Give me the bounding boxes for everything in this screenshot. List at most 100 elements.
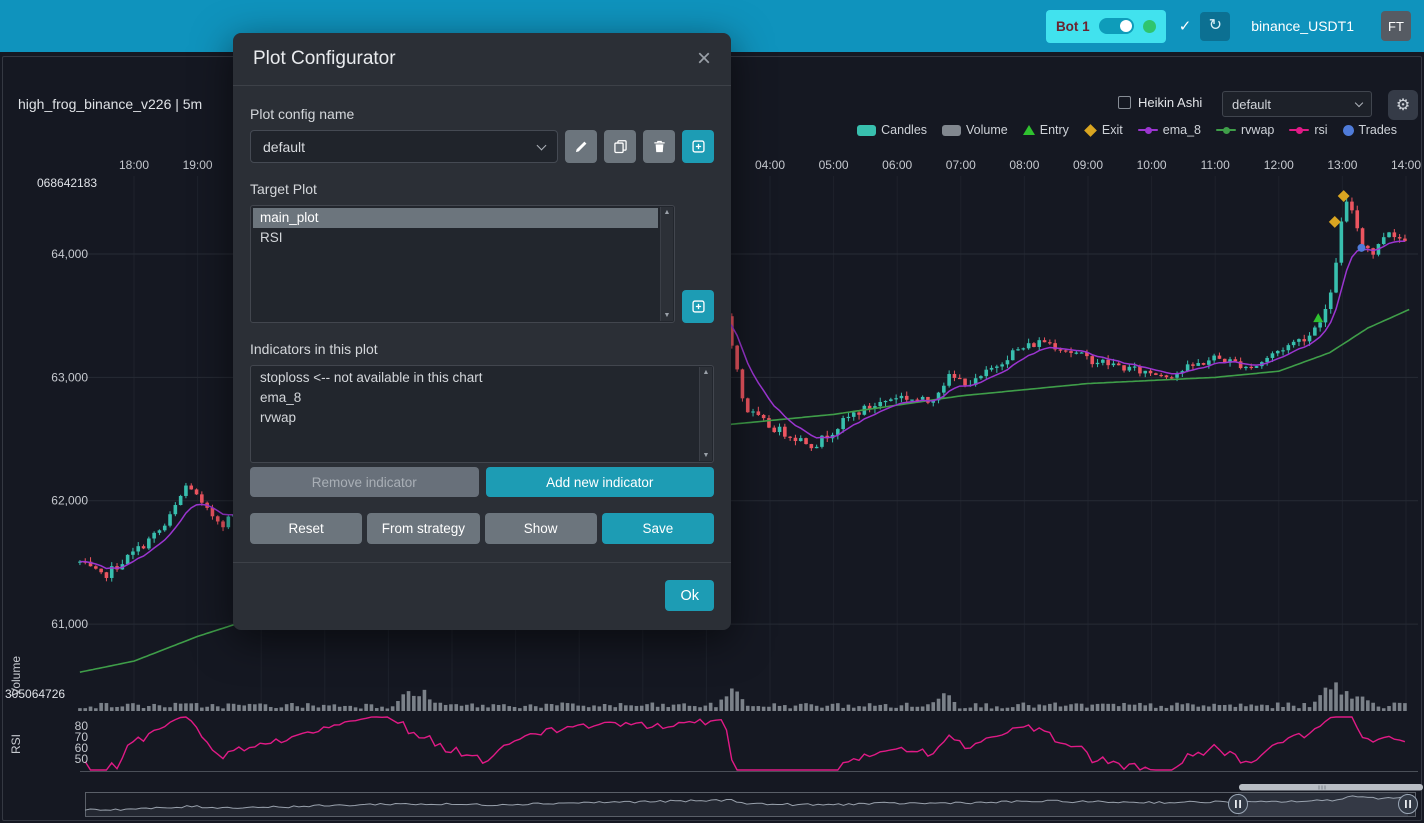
toggle-knob — [1120, 20, 1132, 32]
svg-text:08:00: 08:00 — [1009, 158, 1039, 172]
config-actions-row: Reset From strategy Show Save — [250, 513, 714, 544]
list-item[interactable]: stoploss <-- not available in this chart — [253, 368, 697, 388]
plot-config-name-label: Plot config name — [250, 106, 714, 122]
legend-label: Volume — [966, 123, 1008, 137]
line-marker-dot — [1296, 127, 1303, 134]
svg-text:13:00: 13:00 — [1327, 158, 1357, 172]
svg-text:63,000: 63,000 — [51, 370, 88, 384]
plus-box-icon — [691, 139, 706, 154]
line-marker-dot — [1145, 127, 1152, 134]
account-label: binance_USDT1 — [1251, 18, 1354, 34]
indicators-items: stoploss <-- not available in this chart… — [253, 368, 697, 428]
ft-logo-button[interactable]: FT — [1381, 11, 1411, 41]
target-plot-list[interactable]: main_plotRSI ▲ ▼ — [250, 205, 675, 323]
edit-config-button[interactable] — [565, 130, 597, 163]
duplicate-config-button[interactable] — [604, 130, 636, 163]
svg-text:068642183: 068642183 — [37, 176, 97, 190]
close-icon[interactable]: × — [697, 47, 711, 71]
legend-label: Trades — [1359, 123, 1397, 137]
chevron-down-icon — [1355, 98, 1363, 106]
heikin-ashi-control: Heikin Ashi — [1118, 95, 1202, 110]
svg-text:14:00: 14:00 — [1391, 158, 1421, 172]
legend-label: rsi — [1314, 123, 1327, 137]
candles-marker-icon — [857, 125, 876, 136]
bot-toggle[interactable] — [1099, 18, 1134, 34]
legend-label: Exit — [1102, 123, 1123, 137]
delete-config-button[interactable] — [643, 130, 675, 163]
svg-text:RSI: RSI — [9, 734, 23, 754]
bot-name: Bot 1 — [1056, 19, 1090, 34]
gear-icon: ⚙ — [1396, 97, 1410, 114]
datazoom[interactable] — [85, 784, 1423, 817]
svg-text:18:00: 18:00 — [119, 158, 149, 172]
heikin-ashi-checkbox[interactable] — [1118, 96, 1131, 109]
datazoom-handle-left[interactable] — [1229, 795, 1248, 814]
list-item[interactable]: main_plot — [253, 208, 658, 228]
legend-label: ema_8 — [1163, 123, 1201, 137]
auto-refresh-check-icon[interactable]: ✓ — [1179, 17, 1192, 35]
legend-item-ema_8[interactable]: ema_8 — [1138, 123, 1201, 137]
svg-text:11:00: 11:00 — [1201, 158, 1230, 172]
svg-text:12:00: 12:00 — [1264, 158, 1294, 172]
rsi-marker-icon — [1289, 129, 1309, 131]
svg-text:10:00: 10:00 — [1137, 158, 1167, 172]
scroll-down-icon[interactable]: ▼ — [664, 312, 671, 319]
ft-logo-label: FT — [1388, 19, 1404, 34]
scroll-down-icon[interactable]: ▼ — [703, 452, 710, 459]
indicators-label: Indicators in this plot — [250, 341, 714, 357]
indicator-actions-row: Remove indicator Add new indicator — [250, 467, 714, 497]
bot-selector[interactable]: Bot 1 — [1046, 10, 1166, 43]
legend-item-candles[interactable]: Candles — [857, 123, 927, 137]
svg-text:62,000: 62,000 — [51, 494, 88, 508]
svg-text:64,000: 64,000 — [51, 247, 88, 261]
scroll-up-icon[interactable]: ▲ — [664, 209, 671, 216]
legend-item-trades[interactable]: Trades — [1343, 123, 1397, 137]
scrollbar[interactable]: ▲ ▼ — [699, 367, 712, 461]
plot-config-header-select[interactable]: default — [1222, 91, 1372, 117]
scroll-up-icon[interactable]: ▲ — [703, 369, 710, 376]
svg-text:05:00: 05:00 — [819, 158, 849, 172]
modal-body: Plot config name default — [233, 86, 731, 544]
modal-header: Plot Configurator × — [233, 33, 731, 86]
add-indicator-button[interactable]: Add new indicator — [486, 467, 715, 497]
chart-title: high_frog_binance_v226 | 5m — [18, 96, 202, 112]
add-config-button[interactable] — [682, 130, 714, 163]
ema_8-marker-icon — [1138, 129, 1158, 131]
show-button[interactable]: Show — [485, 513, 597, 544]
app-screen: 18:0019:0020:0021:0022:0023:0000:0001:00… — [0, 0, 1424, 823]
add-plot-button[interactable] — [682, 290, 714, 323]
modal-footer: Ok — [233, 562, 731, 630]
refresh-button[interactable]: ↻ — [1200, 12, 1230, 41]
datazoom-handle-right[interactable] — [1399, 795, 1418, 814]
chart-settings-button[interactable]: ⚙ — [1388, 90, 1418, 120]
legend-item-rsi[interactable]: rsi — [1289, 123, 1327, 137]
refresh-icon: ↻ — [1209, 17, 1222, 34]
indicators-list[interactable]: stoploss <-- not available in this chart… — [250, 365, 714, 463]
list-item[interactable]: rvwap — [253, 408, 697, 428]
copy-icon — [613, 139, 628, 154]
volume-marker-icon — [942, 125, 961, 136]
exit-marker-icon — [1084, 124, 1097, 137]
svg-text:04:00: 04:00 — [755, 158, 785, 172]
bot-online-dot — [1143, 20, 1156, 33]
legend-item-volume[interactable]: Volume — [942, 123, 1008, 137]
from-strategy-button[interactable]: From strategy — [367, 513, 479, 544]
ok-button[interactable]: Ok — [665, 580, 714, 611]
target-plot-items: main_plotRSI — [253, 208, 658, 248]
plot-config-select[interactable]: default — [250, 130, 558, 163]
list-item[interactable]: RSI — [253, 228, 658, 248]
list-item[interactable]: ema_8 — [253, 388, 697, 408]
datazoom-scrollbar[interactable] — [1239, 784, 1423, 791]
config-select-row: default — [250, 130, 714, 163]
target-plot-row: main_plotRSI ▲ ▼ — [250, 205, 714, 323]
svg-text:Volume: Volume — [9, 656, 23, 696]
plot-configurator-modal: Plot Configurator × Plot config name def… — [233, 33, 731, 630]
legend-item-exit[interactable]: Exit — [1084, 123, 1123, 137]
scrollbar[interactable]: ▲ ▼ — [660, 207, 673, 321]
plus-box-icon — [691, 299, 706, 314]
legend-item-rvwap[interactable]: rvwap — [1216, 123, 1274, 137]
legend-item-entry[interactable]: Entry — [1023, 123, 1069, 137]
reset-button[interactable]: Reset — [250, 513, 362, 544]
save-button[interactable]: Save — [602, 513, 714, 544]
remove-indicator-button[interactable]: Remove indicator — [250, 467, 479, 497]
